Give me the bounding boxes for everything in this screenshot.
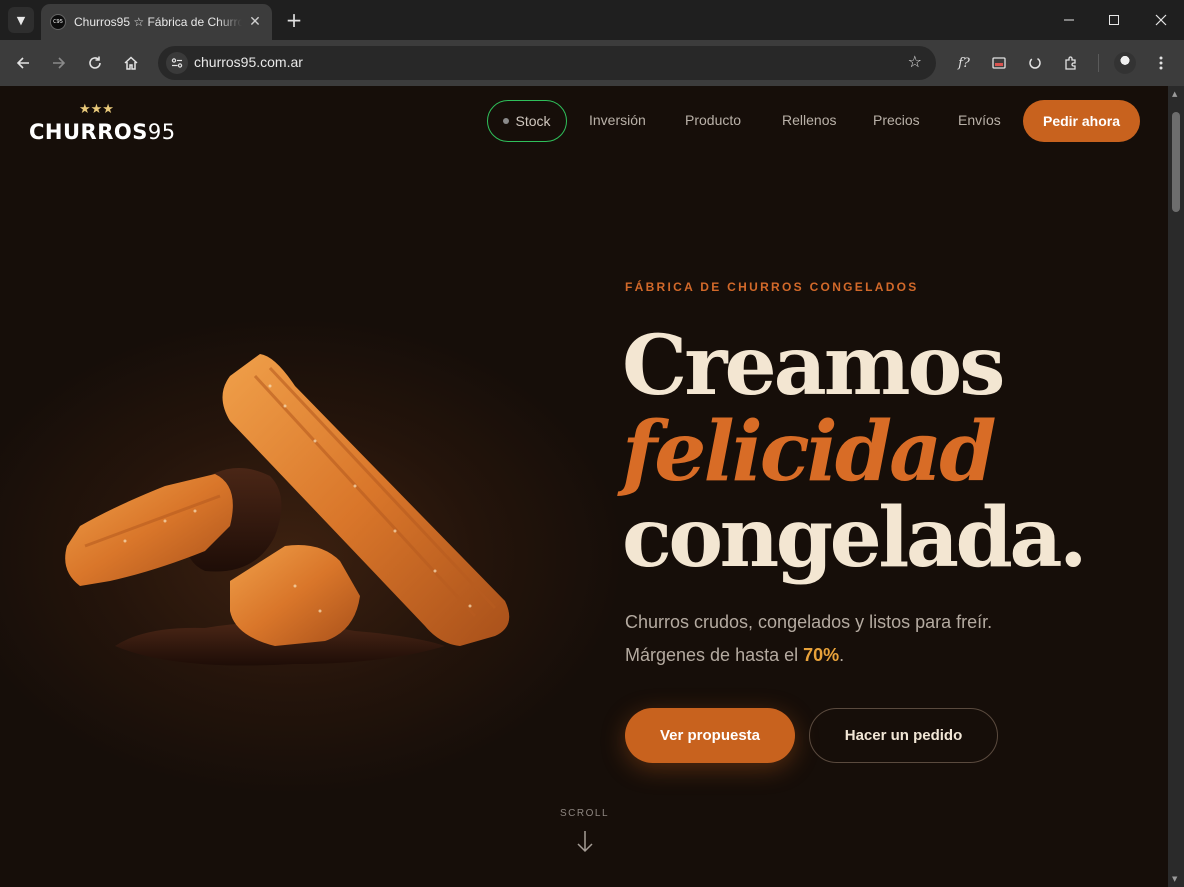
chevron-down-icon: ▼ [16,13,26,27]
hero-headline-line3: congelada. [622,490,1088,586]
extension-fx-icon[interactable]: f? [952,51,976,75]
place-order-button[interactable]: Hacer un pedido [809,708,998,763]
scroll-down-icon[interactable]: ▼ [1172,875,1177,883]
browser-toolbar: churros95.com.ar ☆ f? [0,40,1184,86]
arrow-down-icon[interactable] [574,829,596,855]
close-icon [1155,14,1167,26]
forward-button[interactable] [47,51,71,75]
nav-link-rellenos[interactable]: Rellenos [782,112,836,128]
scroll-label: SCROLL [560,808,610,819]
new-tab-button[interactable]: + [282,8,306,32]
browser-tab[interactable]: C95 Churros95 ☆ Fábrica de Churros ✕ [41,4,272,40]
minimize-icon [1064,19,1074,21]
logo-text-bold: CHURROS [29,120,148,144]
scroll-up-icon[interactable]: ▲ [1172,90,1177,98]
extension-image-icon[interactable] [987,51,1011,75]
back-button[interactable] [11,51,35,75]
plus-icon: + [285,8,303,32]
home-button[interactable] [119,51,143,75]
address-bar[interactable]: churros95.com.ar ☆ [158,46,936,80]
browser-titlebar: ▼ C95 Churros95 ☆ Fábrica de Churros ✕ + [0,0,1184,40]
hero-lead: Churros crudos, congelados y listos para… [625,606,992,672]
home-icon [124,56,138,70]
nav-stock-label: Stock [515,113,551,129]
back-arrow-icon [16,57,29,69]
star-icon[interactable]: ☆ [908,52,922,71]
hero-headline-line1: Creamos [622,318,1005,414]
margin-highlight: 70% [803,645,840,665]
nav-link-envios[interactable]: Envíos [958,112,1001,128]
hero-eyebrow: FÁBRICA DE CHURROS CONGELADOS [625,280,919,294]
maximize-icon [1109,15,1119,25]
close-icon[interactable]: ✕ [246,13,264,31]
logo-stars: ★★★ [79,102,114,117]
hero-headline-line2: felicidad [622,404,997,500]
reload-icon [89,56,101,69]
extensions-icon[interactable] [1059,51,1083,75]
hero-lead-line1: Churros crudos, congelados y listos para… [625,612,993,632]
hero-lead-line2: Márgenes de hasta el 70%. [625,639,992,672]
menu-icon[interactable] [1149,51,1173,75]
logo-wordmark: CHURROS95 [29,120,176,144]
view-proposal-button[interactable]: Ver propuesta [625,708,795,763]
web-page: ★★★ CHURROS95 Stock Inversión Producto R… [0,86,1168,887]
profile-avatar[interactable] [1114,52,1136,74]
nav-link-inversion[interactable]: Inversión [589,112,646,128]
toolbar-divider [1098,54,1099,72]
logo-text-light: 95 [147,120,176,144]
forward-arrow-icon [53,57,66,69]
scrollbar-thumb[interactable] [1172,112,1180,212]
tab-search-button[interactable]: ▼ [8,7,34,33]
lead-suffix: . [839,645,845,665]
favicon-icon: C95 [50,14,66,30]
site-info-icon[interactable] [166,52,188,74]
stock-status-dot [503,118,510,124]
order-now-button[interactable]: Pedir ahora [1023,100,1140,142]
nav-stock-button[interactable]: Stock [487,100,567,142]
url-text[interactable]: churros95.com.ar [194,54,303,70]
nav-link-precios[interactable]: Precios [873,112,920,128]
extension-sync-icon[interactable] [1023,51,1047,75]
tab-title: Churros95 ☆ Fábrica de Churros [74,15,242,29]
reload-button[interactable] [83,51,107,75]
nav-link-producto[interactable]: Producto [685,112,741,128]
page-scrollbar[interactable]: ▲ ▼ [1168,86,1184,887]
maximize-button[interactable] [1102,8,1126,32]
minimize-button[interactable] [1057,8,1081,32]
churros-image [65,354,510,666]
close-window-button[interactable] [1149,8,1173,32]
lead-prefix: Márgenes de hasta el [625,645,804,665]
